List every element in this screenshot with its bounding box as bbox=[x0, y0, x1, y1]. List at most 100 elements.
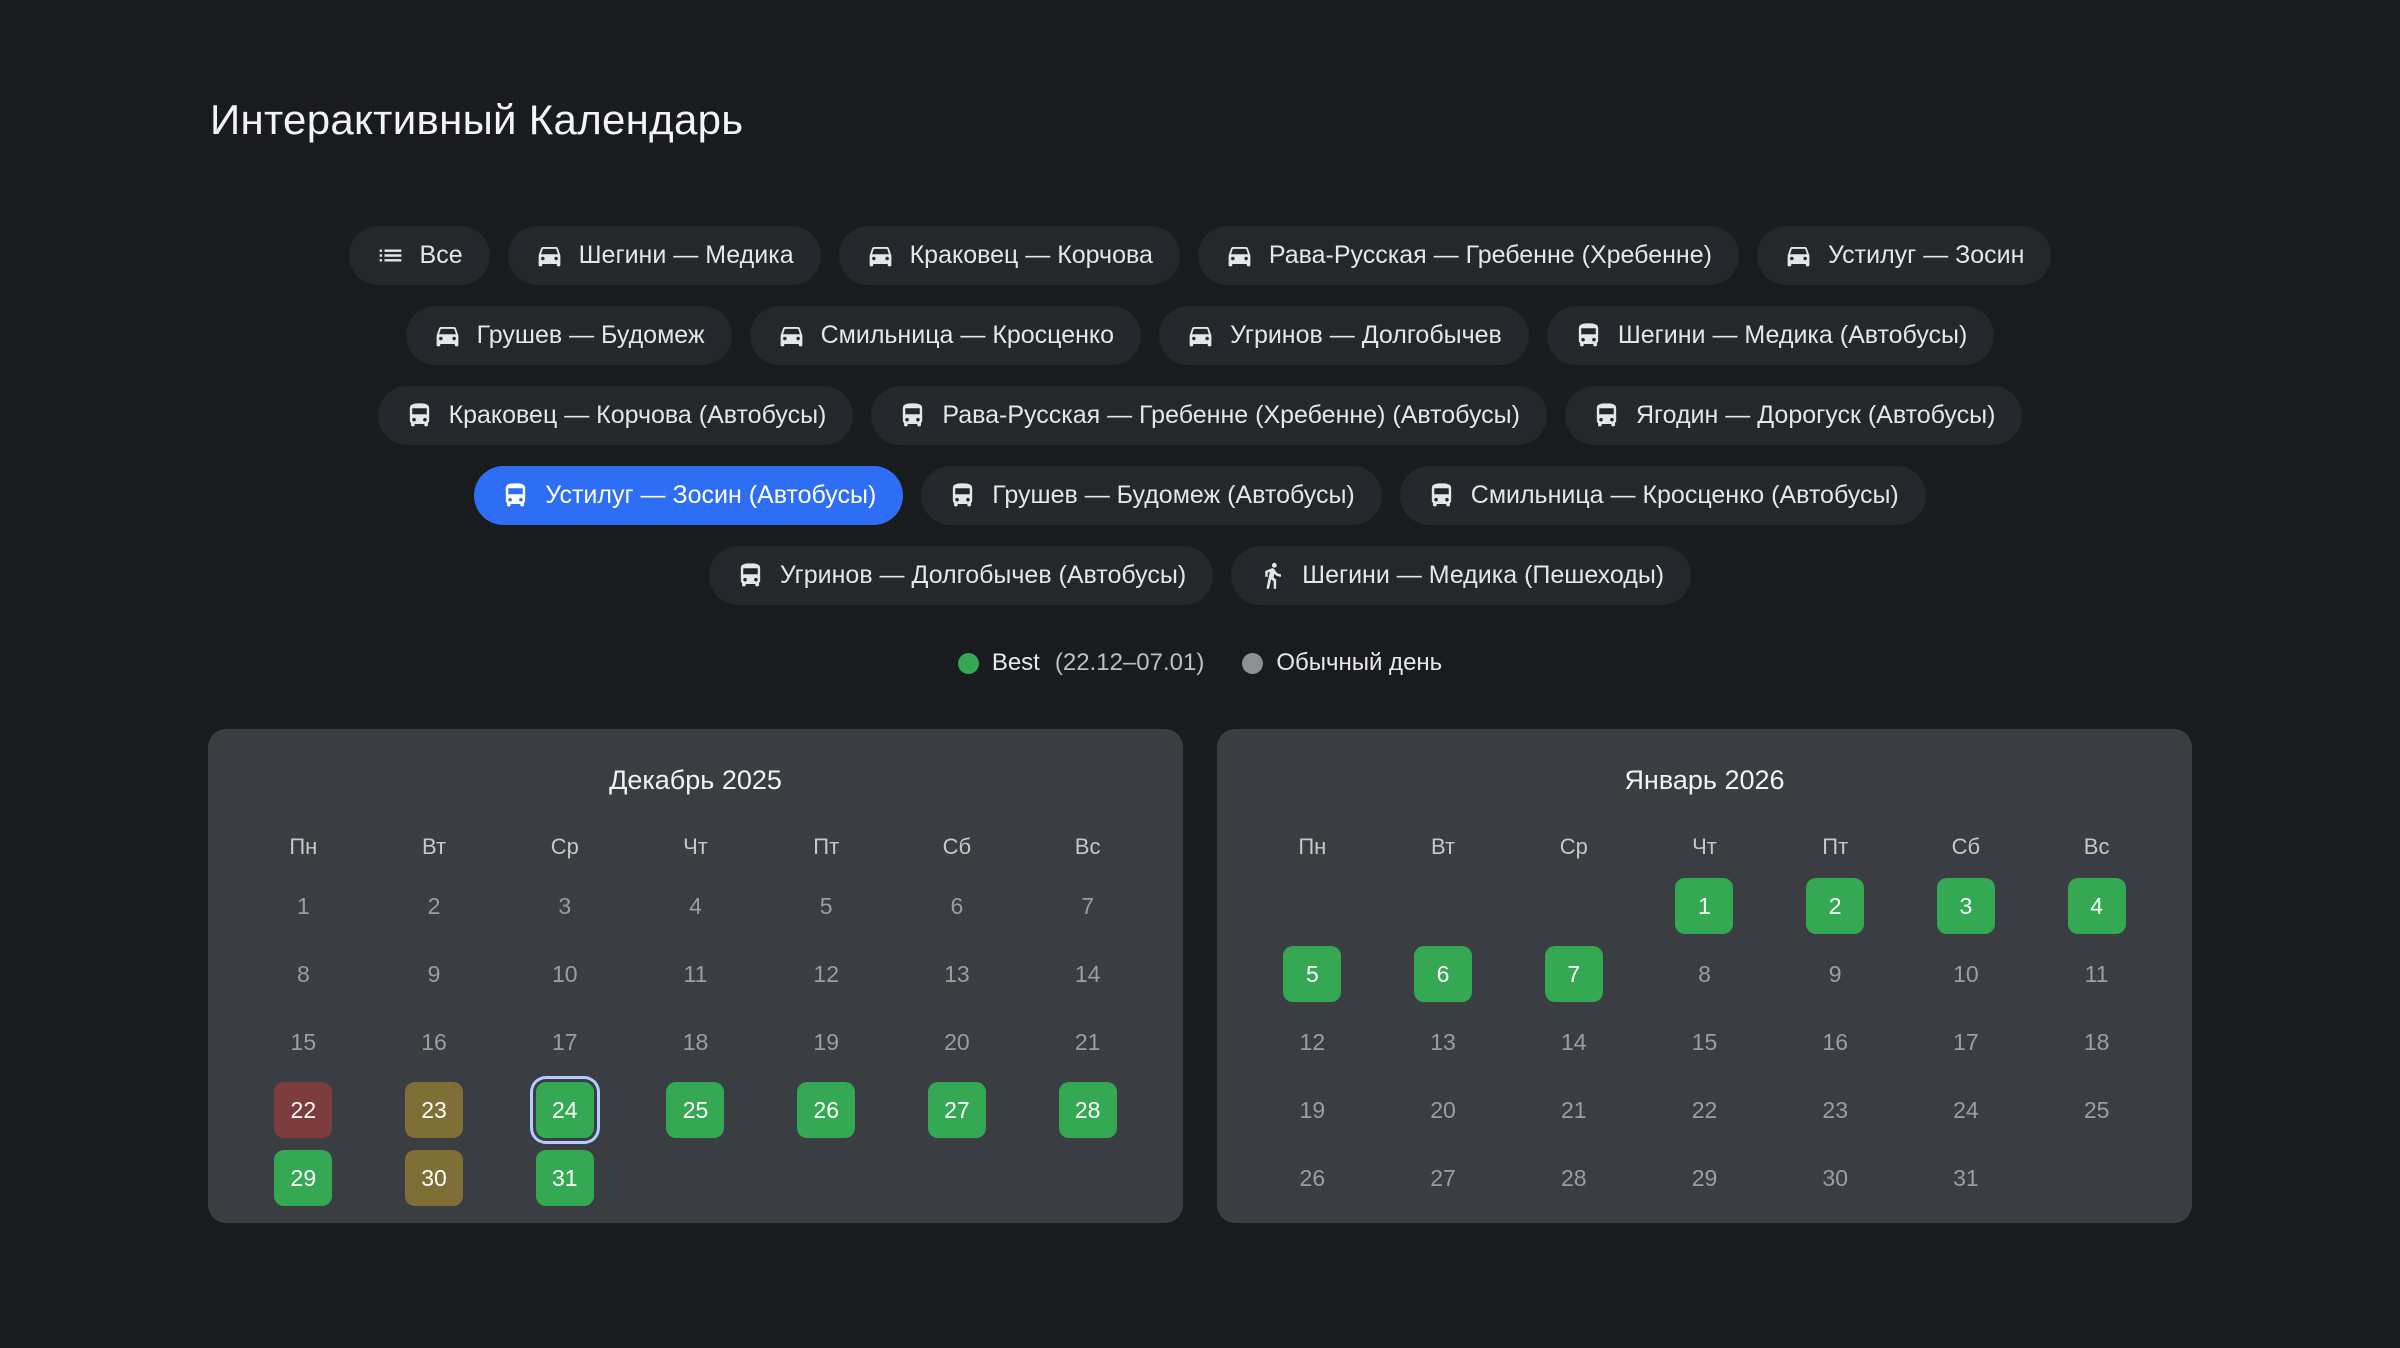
calendar-day[interactable]: 22 bbox=[1675, 1082, 1733, 1138]
calendar-cell: 22 bbox=[1639, 1082, 1770, 1138]
calendar-day[interactable]: 8 bbox=[274, 946, 332, 1002]
calendar-day[interactable]: 7 bbox=[1545, 946, 1603, 1002]
filter-chip[interactable]: Грушев — Будомеж (Автобусы) bbox=[921, 466, 1381, 525]
calendar-day[interactable]: 18 bbox=[666, 1014, 724, 1070]
calendar-day[interactable]: 9 bbox=[1806, 946, 1864, 1002]
calendar-day[interactable]: 6 bbox=[928, 878, 986, 934]
calendar-day[interactable]: 8 bbox=[1675, 946, 1733, 1002]
calendar-cell: 14 bbox=[1022, 946, 1153, 1002]
calendar-day[interactable]: 3 bbox=[1937, 878, 1995, 934]
weekday-label: Пн bbox=[1247, 834, 1378, 860]
bus-icon bbox=[736, 561, 765, 590]
calendar-day[interactable]: 12 bbox=[797, 946, 855, 1002]
calendar-day[interactable]: 21 bbox=[1545, 1082, 1603, 1138]
filter-chip[interactable]: Смильница — Кросценко bbox=[750, 306, 1141, 365]
filter-chip[interactable]: Все bbox=[349, 226, 490, 285]
car-icon bbox=[1186, 321, 1215, 350]
calendar-cell: 22 bbox=[238, 1082, 369, 1138]
calendar-day[interactable]: 15 bbox=[1675, 1014, 1733, 1070]
calendar-day[interactable]: 31 bbox=[536, 1150, 594, 1206]
filter-chip[interactable]: Ягодин — Дорогуск (Автобусы) bbox=[1565, 386, 2022, 445]
calendar-day[interactable]: 18 bbox=[2068, 1014, 2126, 1070]
calendar-day[interactable]: 24 bbox=[536, 1082, 594, 1138]
calendar-day[interactable]: 6 bbox=[1414, 946, 1472, 1002]
calendar-cell: 1 bbox=[1639, 878, 1770, 934]
calendar-cell: 20 bbox=[892, 1014, 1023, 1070]
calendar-day[interactable]: 17 bbox=[1937, 1014, 1995, 1070]
calendar-day[interactable]: 24 bbox=[1937, 1082, 1995, 1138]
weekday-label: Вс bbox=[1022, 834, 1153, 860]
calendar-day[interactable]: 14 bbox=[1545, 1014, 1603, 1070]
calendar-day[interactable]: 23 bbox=[1806, 1082, 1864, 1138]
calendar-day[interactable]: 23 bbox=[405, 1082, 463, 1138]
weekday-header: ПнВтСрЧтПтСбВс bbox=[1247, 834, 2162, 860]
page-title: Интерактивный Календарь bbox=[210, 96, 2200, 144]
filter-chip[interactable]: Шегини — Медика (Пешеходы) bbox=[1231, 546, 1691, 605]
calendar-cell: 1 bbox=[238, 878, 369, 934]
calendar-day[interactable]: 27 bbox=[928, 1082, 986, 1138]
filter-chip-label: Устилуг — Зосин bbox=[1828, 241, 2025, 270]
calendar-day[interactable]: 30 bbox=[1806, 1150, 1864, 1206]
calendar-day[interactable]: 28 bbox=[1059, 1082, 1117, 1138]
calendar-day[interactable]: 26 bbox=[1283, 1150, 1341, 1206]
calendar-day[interactable]: 29 bbox=[1675, 1150, 1733, 1206]
filter-chip[interactable]: Угринов — Долгобычев bbox=[1159, 306, 1529, 365]
calendar-day[interactable]: 21 bbox=[1059, 1014, 1117, 1070]
filter-chip-label: Смильница — Кросценко bbox=[821, 321, 1114, 350]
calendar-day[interactable]: 3 bbox=[536, 878, 594, 934]
calendar-day[interactable]: 19 bbox=[797, 1014, 855, 1070]
filter-chip[interactable]: Шегини — Медика (Автобусы) bbox=[1547, 306, 1995, 365]
calendar-day[interactable]: 4 bbox=[666, 878, 724, 934]
weekday-label: Чт bbox=[1639, 834, 1770, 860]
filter-chip[interactable]: Устилуг — Зосин (Автобусы) bbox=[474, 466, 903, 525]
filter-chip[interactable]: Устилуг — Зосин bbox=[1757, 226, 2052, 285]
calendar-day[interactable]: 9 bbox=[405, 946, 463, 1002]
calendar-day[interactable]: 11 bbox=[2068, 946, 2126, 1002]
calendar-day[interactable]: 25 bbox=[2068, 1082, 2126, 1138]
filter-chip[interactable]: Шегини — Медика bbox=[508, 226, 821, 285]
filter-chip[interactable]: Угринов — Долгобычев (Автобусы) bbox=[709, 546, 1213, 605]
calendar-day[interactable]: 2 bbox=[1806, 878, 1864, 934]
calendar-day[interactable]: 7 bbox=[1059, 878, 1117, 934]
calendar-day[interactable]: 30 bbox=[405, 1150, 463, 1206]
filter-chip-label: Устилуг — Зосин (Автобусы) bbox=[545, 481, 876, 510]
filter-chip[interactable]: Краковец — Корчова bbox=[839, 226, 1180, 285]
calendar-day[interactable]: 1 bbox=[274, 878, 332, 934]
calendar-cell: 6 bbox=[1378, 946, 1509, 1002]
calendar-day[interactable]: 16 bbox=[405, 1014, 463, 1070]
calendar-day[interactable]: 20 bbox=[1414, 1082, 1472, 1138]
calendar-cell: 19 bbox=[1247, 1082, 1378, 1138]
calendar-cell: 31 bbox=[1901, 1150, 2032, 1206]
filter-chip[interactable]: Смильница — Кросценко (Автобусы) bbox=[1400, 466, 1926, 525]
filter-chip[interactable]: Рава-Русская — Гребенне (Хребенне) (Авто… bbox=[871, 386, 1547, 445]
weekday-label: Сб bbox=[892, 834, 1023, 860]
calendar-day[interactable]: 13 bbox=[928, 946, 986, 1002]
calendar-day[interactable]: 10 bbox=[536, 946, 594, 1002]
calendar-day[interactable]: 12 bbox=[1283, 1014, 1341, 1070]
calendar-day[interactable]: 28 bbox=[1545, 1150, 1603, 1206]
calendar-day[interactable]: 2 bbox=[405, 878, 463, 934]
filter-chip[interactable]: Рава-Русская — Гребенне (Хребенне) bbox=[1198, 226, 1739, 285]
calendar-day[interactable]: 31 bbox=[1937, 1150, 1995, 1206]
filter-chip[interactable]: Краковец — Корчова (Автобусы) bbox=[378, 386, 854, 445]
calendar-day[interactable]: 27 bbox=[1414, 1150, 1472, 1206]
calendar-day[interactable]: 26 bbox=[797, 1082, 855, 1138]
calendar-day[interactable]: 1 bbox=[1675, 878, 1733, 934]
calendar-day[interactable]: 14 bbox=[1059, 946, 1117, 1002]
filter-chip[interactable]: Грушев — Будомеж bbox=[406, 306, 732, 365]
calendar-day[interactable]: 22 bbox=[274, 1082, 332, 1138]
calendar-day[interactable]: 10 bbox=[1937, 946, 1995, 1002]
chip-row: Грушев — Будомеж Смильница — Кросценко Угр… bbox=[406, 306, 1995, 365]
calendar-day[interactable]: 19 bbox=[1283, 1082, 1341, 1138]
calendar-day[interactable]: 4 bbox=[2068, 878, 2126, 934]
calendar-day[interactable]: 15 bbox=[274, 1014, 332, 1070]
calendar-day[interactable]: 5 bbox=[797, 878, 855, 934]
calendar-day[interactable]: 17 bbox=[536, 1014, 594, 1070]
calendar-day[interactable]: 13 bbox=[1414, 1014, 1472, 1070]
calendar-day[interactable]: 11 bbox=[666, 946, 724, 1002]
calendar-day[interactable]: 5 bbox=[1283, 946, 1341, 1002]
calendar-day[interactable]: 16 bbox=[1806, 1014, 1864, 1070]
calendar-day[interactable]: 20 bbox=[928, 1014, 986, 1070]
calendar-day[interactable]: 25 bbox=[666, 1082, 724, 1138]
calendar-day[interactable]: 29 bbox=[274, 1150, 332, 1206]
